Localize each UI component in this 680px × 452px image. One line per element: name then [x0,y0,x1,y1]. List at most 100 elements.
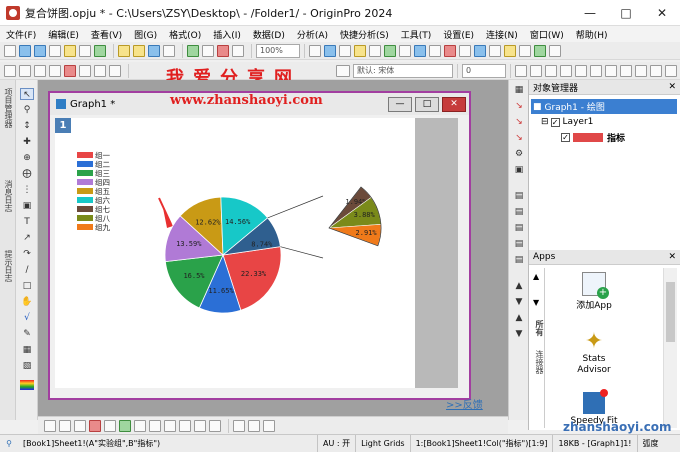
feedback-link[interactable]: >>反馈 [446,396,483,411]
print-icon[interactable] [339,44,351,57]
graph-close-button[interactable]: ✕ [442,96,466,112]
tree-item-plot[interactable]: ✓ 指标 [561,131,625,144]
import-wizard-icon[interactable] [202,44,214,57]
italic-icon[interactable] [530,64,542,77]
status-autoupdate[interactable]: AU : 开 [318,434,357,452]
plot-checkbox[interactable]: ✓ [561,133,570,142]
scroll-up-icon[interactable]: ▲ [533,272,539,281]
color-palette-icon[interactable] [20,380,34,390]
tree-item-graph[interactable]: ■ Graph1 - 绘图 [531,99,677,114]
project-explorer-icon[interactable] [384,44,396,57]
menu-item-12[interactable]: 窗口(W) [524,28,570,41]
menu-item-13[interactable]: 帮助(H) [570,28,614,41]
object-manager-icon[interactable] [459,44,471,57]
status-angle-unit[interactable]: 弧度 [638,435,664,452]
new-matrix-icon[interactable] [49,44,61,57]
redo-icon[interactable] [19,64,31,77]
open-icon[interactable] [118,44,130,57]
tree-item-layer[interactable]: ⊟ ✓ Layer1 [541,117,593,127]
code-builder-icon[interactable] [429,44,441,57]
scatter-plot-icon[interactable] [59,419,71,432]
layer-tool-15-icon[interactable]: ▼ [512,328,526,340]
menu-item-1[interactable]: 编辑(E) [42,28,85,41]
menu-item-0[interactable]: 文件(F) [0,28,42,41]
menu-item-7[interactable]: 分析(A) [291,28,334,41]
menu-item-8[interactable]: 快捷分析(S) [334,28,395,41]
insert-graph-icon[interactable]: ▦ [20,344,34,356]
learning-center-icon[interactable] [519,44,531,57]
menu-item-3[interactable]: 图(G) [128,28,163,41]
close-button[interactable]: ✕ [644,0,680,26]
zoom-out-icon[interactable] [109,64,121,77]
refresh-icon[interactable] [309,44,321,57]
arrow-tool-icon[interactable]: ↗ [20,232,34,244]
pan-icon[interactable] [49,64,61,77]
curved-arrow-icon[interactable]: ↷ [20,248,34,260]
app-center-icon[interactable] [444,44,456,57]
statistics-plot-icon[interactable] [194,419,206,432]
messages-icon[interactable] [474,44,486,57]
graph-minimize-button[interactable]: — [388,96,412,112]
zoom-in-icon[interactable] [94,64,106,77]
3d-plot-icon[interactable] [179,419,191,432]
import-icon[interactable] [187,44,199,57]
layer-tool-5-icon[interactable]: ⚙ [512,148,526,160]
layer-tool-7-icon[interactable]: ▤ [512,190,526,202]
increase-font-icon[interactable] [650,64,662,77]
apps-scrollbar-thumb[interactable] [666,282,675,342]
menu-item-11[interactable]: 连接(N) [480,28,524,41]
region-select-icon[interactable]: ▣ [20,200,34,212]
layer-tool-12-icon[interactable]: ▲ [512,280,526,292]
layer-tool-10-icon[interactable]: ▤ [512,238,526,250]
pan-tool-icon[interactable]: ✋ [20,296,34,308]
new-project-icon[interactable] [4,44,16,57]
menu-item-10[interactable]: 设置(E) [437,28,480,41]
line-tool-icon[interactable]: ∕ [20,264,34,276]
apps-close-icon[interactable]: ✕ [668,252,676,262]
superscript-icon[interactable] [560,64,572,77]
collapse-icon[interactable]: ⊟ [541,117,549,127]
start-menu-icon[interactable] [534,44,546,57]
subscript-icon[interactable] [575,64,587,77]
save-template-icon[interactable] [163,44,175,57]
graph-page[interactable]: 1 组一 组二 组三 组四 组五 组六 组七 组八 组九 22.33% 11.65% 16.5% 13… [55,118,458,388]
tab-project-explorer[interactable]: 项目管理器 [2,88,14,128]
decrease-font-icon[interactable] [665,64,677,77]
save-icon[interactable] [148,44,160,57]
undo-icon[interactable] [4,64,16,77]
layer-tool-11-icon[interactable]: ▤ [512,254,526,266]
object-manager-pin-icon[interactable]: ✕ [668,82,676,92]
maximize-button[interactable]: □ [608,0,644,26]
pie-plot-icon[interactable] [134,419,146,432]
minimize-button[interactable]: — [572,0,608,26]
text-tool-icon[interactable]: T [20,216,34,228]
menu-item-6[interactable]: 数据(D) [247,28,291,41]
box-plot-icon[interactable] [149,419,161,432]
area-plot-icon[interactable] [119,419,131,432]
align-left-icon[interactable] [605,64,617,77]
font-combo[interactable]: 默认: 宋体 [353,63,453,78]
export-icon[interactable] [369,44,381,57]
formula-tool-icon[interactable]: √ [20,312,34,324]
bar-plot-icon[interactable] [104,419,116,432]
apps-scrollbar[interactable] [663,268,677,428]
new-folder-icon[interactable] [504,44,516,57]
line-plot-icon[interactable] [44,419,56,432]
pointer-tool-icon[interactable]: ↖ [20,88,34,100]
rectangle-tool-icon[interactable]: □ [20,280,34,292]
layer-tool-3-icon[interactable]: ↘ [512,116,526,128]
bold-icon[interactable] [515,64,527,77]
screen-reader-icon[interactable]: ✚ [20,136,34,148]
layer-tool-6-icon[interactable]: ▣ [512,164,526,176]
reader-icon[interactable] [64,64,76,77]
command-window-icon[interactable] [414,44,426,57]
layer-tool-8-icon[interactable]: ▤ [512,206,526,218]
tab-smart-hint-log[interactable]: 提示日志 [2,250,14,282]
template-library-icon[interactable] [209,419,221,432]
data-cursor-icon[interactable]: ⨁ [20,168,34,180]
recalculate-icon[interactable] [217,44,229,57]
font-size-combo[interactable]: 0 [462,63,506,78]
pointer-icon[interactable] [34,64,46,77]
layer-tool-14-icon[interactable]: ▲ [512,312,526,324]
more-icon[interactable] [549,44,561,57]
